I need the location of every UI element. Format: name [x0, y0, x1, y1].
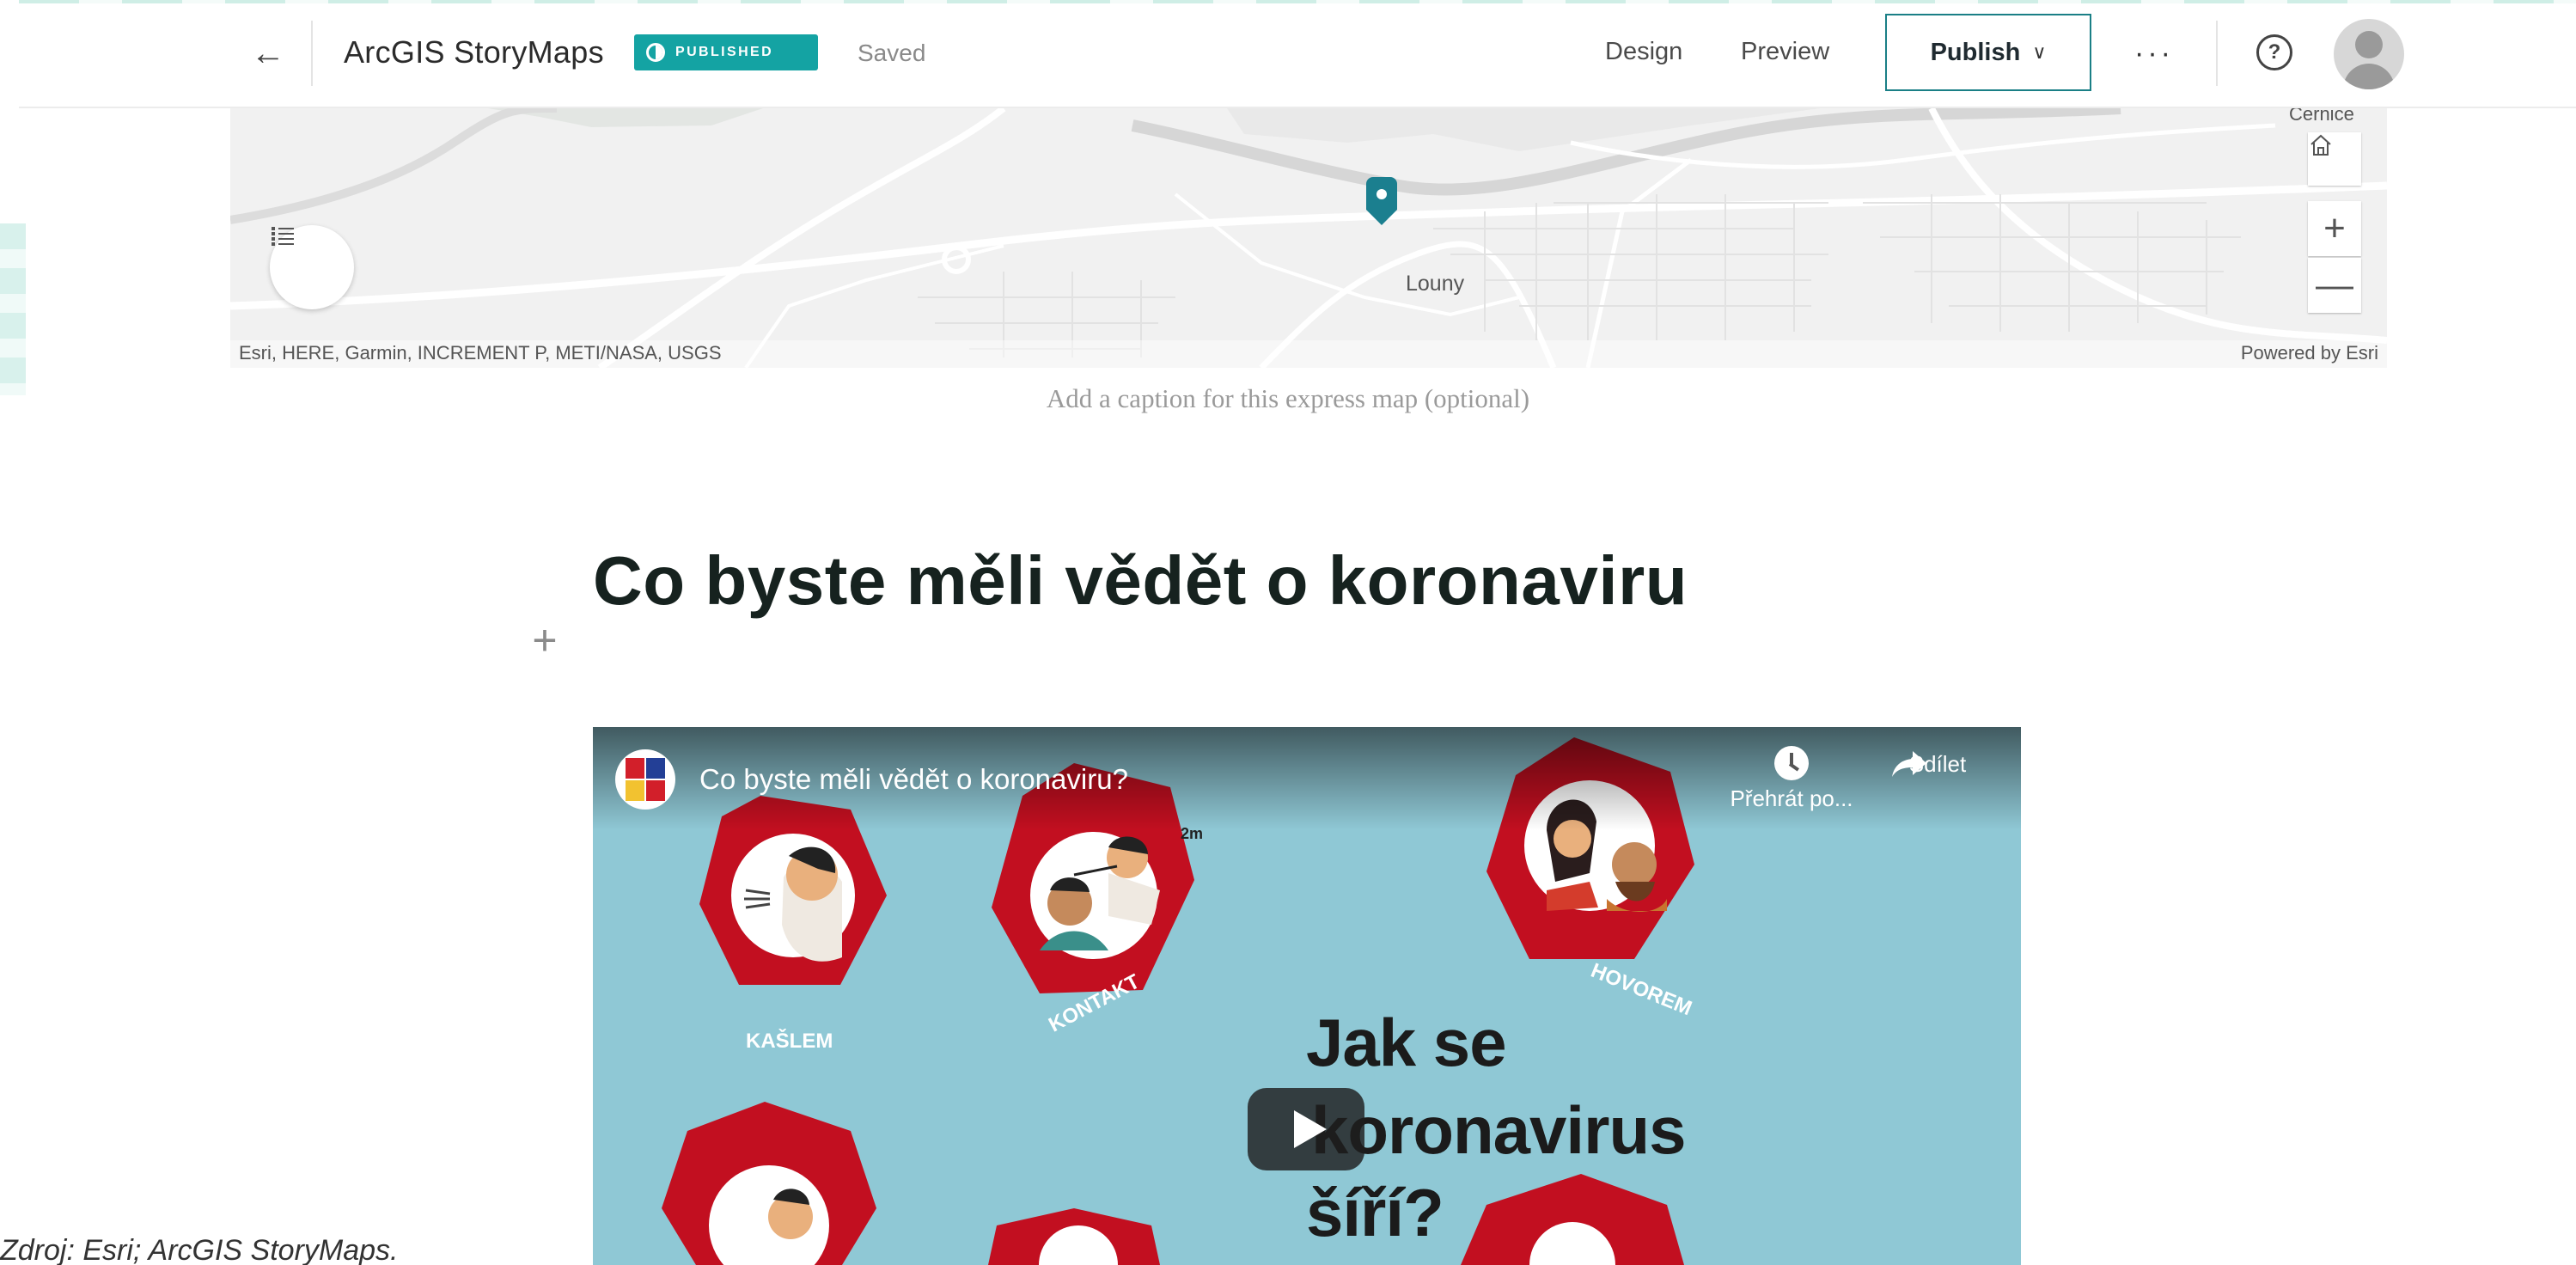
published-icon — [646, 43, 665, 62]
map-attribution: Esri, HERE, Garmin, INCREMENT P, METI/NA… — [239, 342, 722, 364]
decorative-stripe — [19, 0, 2576, 3]
help-icon[interactable]: ? — [2256, 34, 2292, 70]
map-basemap — [230, 108, 2387, 368]
play-button[interactable] — [1248, 1088, 1364, 1170]
save-status: Saved — [858, 40, 926, 66]
publish-button[interactable]: Publish ∨ — [1885, 14, 2091, 91]
headline-line-2: koronavirus — [1311, 1092, 1686, 1168]
avatar-body — [2343, 64, 2395, 89]
status-badge: PUBLISHED — [634, 34, 818, 70]
youtube-embed[interactable]: Co byste měli vědět o koronaviru? Přehrá… — [593, 727, 2021, 1265]
watch-later-button[interactable]: Přehrát po... — [1727, 746, 1856, 812]
decorative-stripe — [0, 223, 26, 395]
legend-button[interactable] — [270, 225, 354, 309]
publish-label: Publish — [1930, 38, 2021, 66]
place-label-cernice: Cernice — [2289, 108, 2354, 125]
label-cough: KAŠLEM — [746, 1030, 833, 1053]
map-caption-input[interactable]: Add a caption for this express map (opti… — [0, 383, 2576, 414]
app-title: ArcGIS StoryMaps — [344, 34, 604, 70]
clock-icon — [1774, 746, 1809, 780]
zoom-in-button[interactable]: + — [2308, 201, 2361, 256]
add-block-icon[interactable]: + — [526, 616, 564, 664]
preview-link[interactable]: Preview — [1741, 38, 1829, 66]
location-marker-icon[interactable] — [1356, 175, 1407, 244]
status-badge-label: PUBLISHED — [675, 45, 774, 59]
express-map[interactable]: Louny Cernice + — Esri, HERE, Garmin, IN… — [230, 108, 2387, 368]
list-icon — [272, 227, 294, 246]
divider — [2216, 21, 2218, 86]
home-button[interactable] — [2308, 132, 2361, 186]
chevron-down-icon: ∨ — [2032, 41, 2047, 63]
home-icon — [2310, 134, 2331, 156]
headline-line-3: šíří? — [1306, 1175, 1444, 1250]
avatar[interactable] — [2334, 19, 2404, 89]
zoom-out-button[interactable]: — — [2308, 258, 2361, 313]
watch-later-label: Přehrát po... — [1730, 785, 1853, 811]
share-arrow-icon — [1892, 751, 1926, 777]
divider — [311, 21, 313, 86]
video-title[interactable]: Co byste měli vědět o koronaviru? — [699, 763, 1128, 796]
channel-logo[interactable] — [615, 749, 675, 810]
label-distance: 2m — [1181, 825, 1204, 842]
powered-by-esri[interactable]: Powered by Esri — [2241, 342, 2378, 364]
play-icon — [1294, 1110, 1327, 1148]
avatar-head — [2355, 31, 2383, 58]
source-note: Zdroj: Esri; ArcGIS StoryMaps. — [0, 1234, 399, 1265]
section-heading[interactable]: Co byste měli vědět o koronaviru — [593, 541, 1688, 620]
design-link[interactable]: Design — [1605, 38, 1682, 66]
share-button[interactable]: Sdílet — [1890, 746, 1985, 778]
headline-line-1: Jak se — [1306, 1005, 1507, 1080]
place-label-louny: Louny — [1406, 272, 1465, 296]
back-arrow-icon[interactable]: ← — [234, 26, 302, 81]
more-options-icon[interactable]: ··· — [2115, 26, 2193, 81]
top-bar: ← ArcGIS StoryMaps PUBLISHED Saved Desig… — [19, 0, 2576, 108]
coat-of-arms-icon — [626, 758, 665, 801]
